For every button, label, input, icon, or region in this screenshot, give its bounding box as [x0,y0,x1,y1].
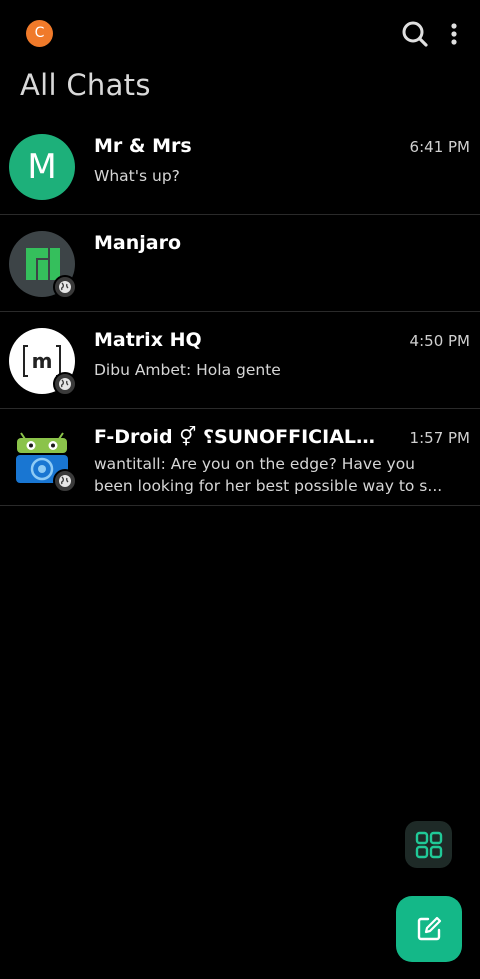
public-room-badge [53,469,77,493]
public-room-badge [53,275,77,299]
chat-name: Manjaro [94,232,182,254]
globe-icon [59,378,71,390]
message-sender: Dibu Ambet: [94,361,192,379]
message-line: been looking for her best possible way t… [94,477,443,495]
chat-item-manjaro[interactable]: Manjaro [0,215,480,312]
account-avatar[interactable]: C [26,20,53,47]
explore-rooms-button[interactable] [405,821,452,868]
top-bar: C [0,0,480,66]
chat-last-message: What's up? [94,165,469,187]
public-room-badge [53,372,77,396]
chat-item-f-droid[interactable]: F-Droid ⚥ ⸮SUNOFFICIAL⸮ ... 1:57 PM want… [0,409,480,506]
message-line: Dibu Ambet: Hola gente [94,359,469,381]
chat-time: 1:57 PM [409,429,470,447]
search-button[interactable] [399,18,431,50]
message-text: Are you on the edge? Have you [170,455,416,473]
chat-time: 6:41 PM [409,138,470,156]
more-vertical-icon [451,23,457,45]
chat-name: Matrix HQ [94,329,202,351]
message-text: Hola gente [196,361,281,379]
page-title: All Chats [20,68,151,102]
chat-avatar: M [9,134,75,200]
new-chat-button[interactable] [396,896,462,962]
chat-name: F-Droid ⚥ ⸮SUNOFFICIAL⸮ ... [94,426,384,448]
globe-icon [59,475,71,487]
chat-last-message: wantitall: Are you on the edge? Have you… [94,453,469,497]
svg-text:m: m [32,349,53,373]
avatar-letter: M [27,147,57,187]
chat-last-message: Dibu Ambet: Hola gente [94,359,469,381]
search-icon [402,21,428,47]
chat-item-matrix-hq[interactable]: m Matrix HQ 4:50 PM Dibu Ambet: Hola gen… [0,312,480,409]
chat-list: M Mr & Mrs 6:41 PM What's up? Manjaro m … [0,118,480,506]
grid-icon [415,831,442,858]
chat-name: Mr & Mrs [94,135,192,157]
more-options-button[interactable] [442,18,466,50]
chat-time: 4:50 PM [409,332,470,350]
globe-icon [59,281,71,293]
compose-icon [417,916,442,941]
message-sender: wantitall: [94,455,166,473]
chat-item-mr-mrs[interactable]: M Mr & Mrs 6:41 PM What's up? [0,118,480,215]
message-text: What's up? [94,167,180,185]
message-line: wantitall: Are you on the edge? Have you [94,453,469,475]
account-initial: C [34,25,45,41]
